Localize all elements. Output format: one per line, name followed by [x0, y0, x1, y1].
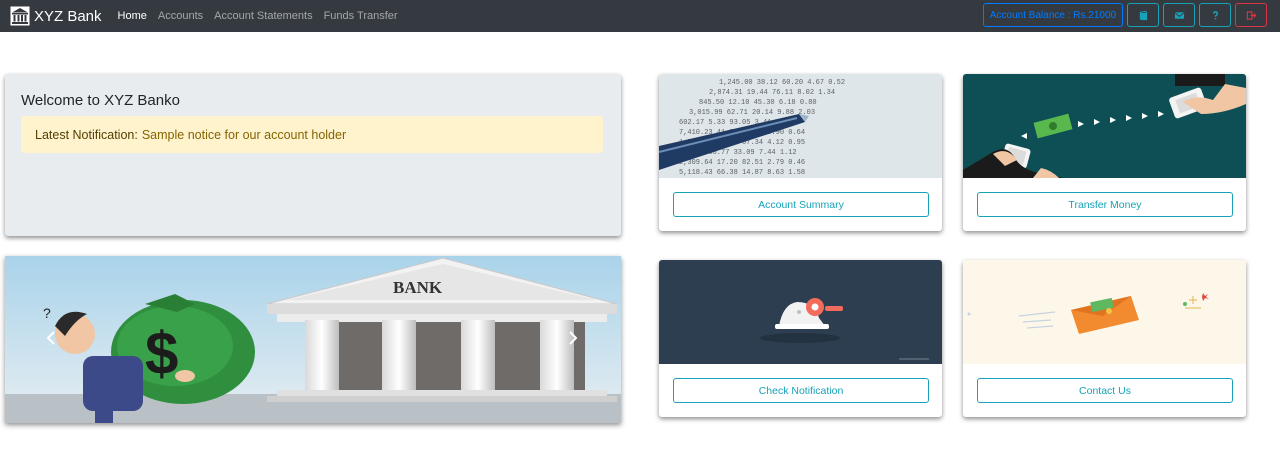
bank-logo-icon — [10, 6, 30, 26]
transfer-money-card: Transfer Money — [963, 74, 1246, 231]
brand-name: XYZ Bank — [34, 7, 102, 25]
svg-text:845.50 12.10 45.30 6.18 0.: 845.50 12.10 45.30 6.18 0.80 — [699, 99, 817, 107]
chevron-right-icon — [569, 331, 578, 345]
contact-image — [963, 260, 1246, 364]
nav-links: Home Accounts Account Statements Funds T… — [118, 10, 409, 22]
sign-out-icon — [1246, 10, 1256, 20]
notification-alert: Latest Notification: Sample notice for o… — [21, 116, 603, 153]
svg-text:2,874.31 19.44 76.11 8.02: 2,874.31 19.44 76.11 8.02 1.34 — [709, 89, 835, 97]
welcome-title: Welcome to XYZ Banko — [21, 92, 180, 109]
svg-text:5,118.43 66.38 14.87 8.63: 5,118.43 66.38 14.87 8.63 1.58 — [679, 169, 805, 177]
carousel-next-button[interactable] — [565, 328, 581, 348]
envelope-icon — [1174, 11, 1184, 19]
logout-button[interactable] — [1235, 3, 1267, 27]
nav-link-accounts[interactable]: Accounts — [158, 10, 203, 22]
messages-button[interactable] — [1163, 3, 1195, 27]
question-icon — [1212, 10, 1218, 20]
notification-label: Latest Notification: — [35, 127, 138, 142]
nav-link-home[interactable]: Home — [118, 10, 147, 22]
bank-banner-image: BANK $ ? — [5, 256, 621, 423]
account-summary-button[interactable]: Account Summary — [673, 192, 929, 217]
contact-us-card: Contact Us — [963, 260, 1246, 417]
top-navbar: XYZ Bank Home Accounts Account Statement… — [0, 0, 1280, 32]
svg-text:?: ? — [43, 305, 51, 321]
notification-image — [659, 260, 942, 364]
ledger-image: 1,245.00 38.12 60.20 4.67 0.52 2,874.31 … — [659, 74, 942, 178]
account-summary-card: 1,245.00 38.12 60.20 4.67 0.52 2,874.31 … — [659, 74, 942, 231]
banner-carousel: BANK $ ? — [5, 256, 621, 423]
carousel-prev-button[interactable] — [43, 328, 59, 348]
nav-link-account-statements[interactable]: Account Statements — [214, 10, 312, 22]
contact-us-button[interactable]: Contact Us — [977, 378, 1233, 403]
nav-link-funds-transfer[interactable]: Funds Transfer — [324, 10, 398, 22]
svg-text:2,309.64 17.20 82.51 2.79: 2,309.64 17.20 82.51 2.79 0.46 — [679, 159, 805, 167]
svg-text:$: $ — [145, 320, 178, 387]
chevron-left-icon — [46, 331, 55, 345]
check-notification-card: Check Notification — [659, 260, 942, 417]
statements-button[interactable] — [1127, 3, 1159, 27]
transfer-money-button[interactable]: Transfer Money — [977, 192, 1233, 217]
transfer-image — [963, 74, 1246, 178]
help-button[interactable] — [1199, 3, 1231, 27]
account-balance-button[interactable]: Account Balance : Rs.21000 — [983, 3, 1123, 27]
navbar-actions: Account Balance : Rs.21000 — [983, 3, 1267, 27]
svg-text:1,245.00 38.12 60.20 4.67: 1,245.00 38.12 60.20 4.67 0.52 — [719, 79, 845, 87]
welcome-panel: Welcome to XYZ Banko Latest Notification… — [5, 74, 621, 236]
notification-text: Sample notice for our account holder — [141, 127, 347, 142]
check-notification-button[interactable]: Check Notification — [673, 378, 929, 403]
book-icon — [1139, 10, 1147, 20]
bank-sign-text: BANK — [393, 278, 443, 297]
brand-link[interactable]: XYZ Bank — [10, 6, 102, 26]
